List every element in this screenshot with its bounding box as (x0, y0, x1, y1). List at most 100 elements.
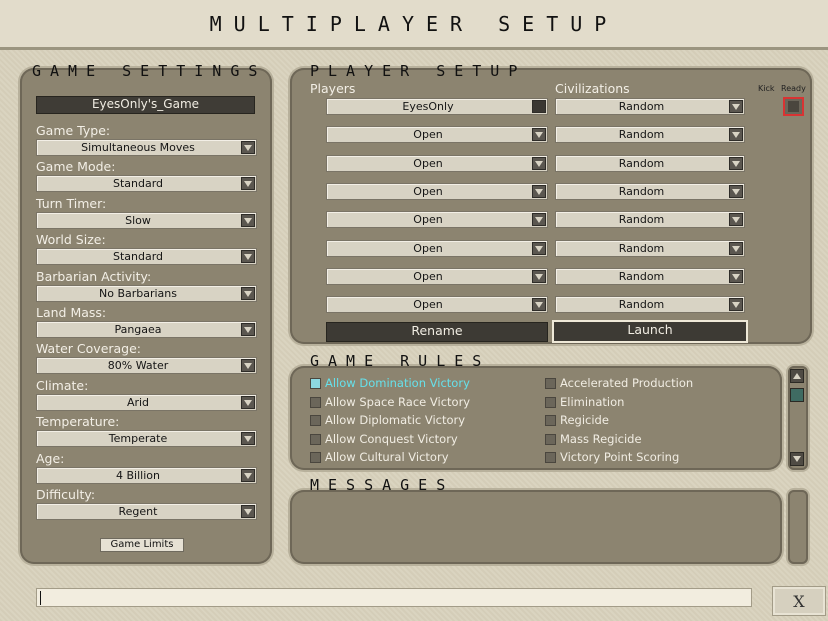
setting-value: Standard (112, 177, 164, 191)
rule-label: Allow Cultural Victory (325, 450, 449, 464)
ready-checkbox[interactable] (783, 97, 804, 116)
civilization-dropdown[interactable]: Random (555, 126, 745, 144)
setting-dropdown[interactable]: Temperate (36, 430, 257, 448)
launch-button[interactable]: Launch (552, 320, 748, 343)
civilization-dropdown[interactable]: Random (555, 296, 745, 314)
setting-value: Simultaneous Moves (81, 141, 195, 154)
chevron-down-icon[interactable] (532, 241, 546, 255)
game-name-field[interactable]: EyesOnly's_Game (36, 96, 255, 114)
civilizations-header: Civilizations (555, 81, 630, 96)
civilization-dropdown[interactable]: Random (555, 239, 745, 257)
setting-dropdown[interactable]: No Barbarians (36, 284, 257, 302)
checkbox-icon[interactable] (310, 433, 321, 445)
game-limits-button[interactable]: Game Limits (100, 538, 184, 552)
player-name: Open (413, 156, 443, 170)
setting-value: 80% Water (107, 359, 169, 373)
checkbox-icon[interactable] (310, 415, 321, 426)
chevron-down-icon[interactable] (532, 298, 546, 312)
setting-dropdown[interactable]: 80% Water (36, 357, 257, 375)
setting-label: Water Coverage: (36, 341, 142, 357)
civilization-value: Random (618, 100, 665, 113)
civilization-value: Random (618, 241, 665, 255)
players-header: Players (310, 81, 356, 96)
setting-label: Turn Timer: (36, 195, 107, 211)
chevron-down-icon[interactable] (729, 184, 743, 198)
player-slot[interactable]: Open (326, 126, 548, 144)
scroll-up-button[interactable] (790, 369, 804, 383)
chevron-down-icon[interactable] (729, 298, 743, 312)
chevron-down-icon[interactable] (729, 100, 743, 113)
chevron-down-icon[interactable] (729, 269, 743, 283)
checkbox-icon[interactable] (545, 415, 556, 426)
chevron-down-icon[interactable] (241, 359, 255, 373)
rules-scrollbar[interactable] (788, 366, 808, 470)
chevron-down-icon[interactable] (241, 432, 255, 446)
setting-dropdown[interactable]: Simultaneous Moves (36, 139, 257, 156)
checkbox-icon[interactable] (545, 396, 556, 408)
chevron-down-icon[interactable] (241, 395, 255, 409)
checkbox-icon[interactable] (545, 433, 556, 445)
chevron-down-icon[interactable] (532, 184, 546, 198)
chevron-down-icon[interactable] (729, 213, 743, 227)
chevron-down-icon[interactable] (241, 213, 255, 227)
chevron-down-icon[interactable] (241, 468, 255, 482)
checkbox-icon[interactable] (310, 396, 321, 408)
setting-dropdown[interactable]: Pangaea (36, 321, 257, 338)
chevron-down-icon[interactable] (729, 241, 743, 255)
setting-label: Barbarian Activity: (36, 268, 152, 284)
messages-scrollbar[interactable] (788, 490, 808, 564)
player-slot[interactable]: EyesOnly (326, 98, 548, 115)
civilization-value: Random (618, 156, 665, 170)
checkbox-icon[interactable] (310, 378, 321, 389)
text-caret (40, 591, 41, 605)
civilization-dropdown[interactable]: Random (555, 98, 745, 115)
civilization-dropdown[interactable]: Random (555, 182, 745, 200)
chevron-down-icon[interactable] (241, 505, 255, 518)
rule-label: Allow Diplomatic Victory (325, 413, 466, 427)
chevron-down-icon[interactable] (241, 250, 255, 264)
rule-label: Elimination (560, 394, 625, 409)
checkbox-icon[interactable] (545, 378, 556, 389)
setting-label: Game Type: (36, 123, 111, 138)
setting-dropdown[interactable]: Standard (36, 175, 257, 193)
player-name: Open (413, 213, 443, 227)
close-button[interactable]: X (772, 586, 826, 616)
setting-value: Arid (126, 395, 150, 409)
chevron-down-icon[interactable] (532, 213, 546, 227)
setting-dropdown[interactable]: Regent (36, 503, 257, 520)
player-slot[interactable]: Open (326, 239, 548, 257)
player-slot[interactable]: Open (326, 296, 548, 314)
chevron-down-icon[interactable] (241, 141, 255, 154)
chevron-down-icon[interactable] (729, 156, 743, 170)
civilization-dropdown[interactable]: Random (555, 267, 745, 285)
setting-value: Slow (125, 213, 151, 227)
setting-dropdown[interactable]: Standard (36, 248, 257, 266)
scroll-down-button[interactable] (790, 452, 804, 466)
window-title: MULTIPLAYER SETUP (209, 12, 619, 36)
civilization-value: Random (618, 298, 665, 312)
chevron-down-icon[interactable] (241, 286, 255, 300)
player-slot[interactable]: Open (326, 182, 548, 200)
chevron-down-icon[interactable] (729, 128, 743, 142)
chevron-down-icon[interactable] (532, 156, 546, 170)
setting-dropdown[interactable]: Arid (36, 393, 257, 411)
chevron-down-icon[interactable] (241, 177, 255, 191)
scroll-thumb[interactable] (790, 388, 804, 402)
chevron-down-icon[interactable] (532, 128, 546, 142)
civilization-dropdown[interactable]: Random (555, 154, 745, 172)
chevron-down-icon[interactable] (241, 323, 255, 336)
player-color-swatch[interactable] (532, 100, 546, 113)
checkbox-icon[interactable] (310, 452, 321, 463)
setting-label: Age: (36, 450, 65, 466)
player-slot[interactable]: Open (326, 267, 548, 285)
player-slot[interactable]: Open (326, 211, 548, 229)
setting-dropdown[interactable]: Slow (36, 211, 257, 229)
civilization-dropdown[interactable]: Random (555, 211, 745, 229)
rename-button[interactable]: Rename (326, 322, 548, 342)
setting-dropdown[interactable]: 4 Billion (36, 466, 257, 484)
rule-label: Allow Domination Victory (325, 376, 470, 390)
checkbox-icon[interactable] (545, 452, 556, 463)
chevron-down-icon[interactable] (532, 269, 546, 283)
player-slot[interactable]: Open (326, 154, 548, 172)
chat-input[interactable] (36, 588, 752, 607)
